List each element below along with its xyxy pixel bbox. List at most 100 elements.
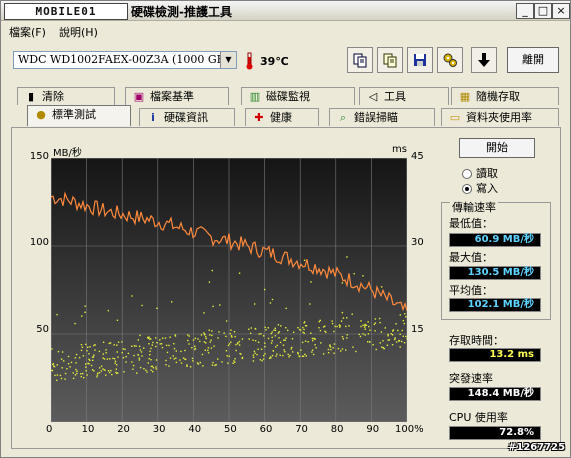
access-time-point <box>278 331 281 333</box>
access-time-point <box>209 341 211 343</box>
menu-file[interactable]: 檔案(F) <box>9 24 46 40</box>
tab-disk-monitor[interactable]: ▥ 磁碟監視 <box>241 87 355 105</box>
window-title: 硬碟檢測-推護工具 <box>131 5 232 19</box>
access-time-point <box>116 319 119 321</box>
access-time-point <box>90 364 93 367</box>
access-time-point <box>273 329 275 331</box>
access-time-point <box>367 333 370 335</box>
drive-select-value: WDC WD1002FAEX-00Z3A (1000 GB) <box>18 53 229 66</box>
menu-help[interactable]: 說明(H) <box>59 24 98 40</box>
minimize-button[interactable]: _ <box>516 3 534 19</box>
access-time-point <box>403 342 406 344</box>
access-time-point <box>97 372 99 374</box>
access-time-point <box>125 355 127 358</box>
tab-random-access[interactable]: ▦ 隨機存取 <box>451 87 559 105</box>
title-bar: MOBILE01 硬碟檢測-推護工具 _ □ × <box>1 1 570 21</box>
copy-all-button[interactable] <box>377 47 403 73</box>
access-time-point <box>353 273 355 275</box>
access-time-point <box>264 326 266 329</box>
access-time-point <box>336 325 338 328</box>
access-time-point <box>314 338 316 340</box>
tab-folder-usage[interactable]: ▭ 資料夾使用率 <box>441 108 559 126</box>
chevron-down-icon[interactable]: ▼ <box>220 52 236 68</box>
access-time-point <box>64 378 66 380</box>
access-time-point <box>362 275 364 277</box>
access-time-point <box>304 353 306 356</box>
access-time-point <box>113 344 115 346</box>
tab-disk-info[interactable]: i 硬碟資訊 <box>139 108 235 126</box>
access-time-point <box>149 350 151 352</box>
access-time-point <box>165 344 168 347</box>
benchmark-chart <box>51 158 407 422</box>
radio-read-indicator[interactable] <box>462 169 472 179</box>
access-time-point <box>233 331 236 333</box>
download-button[interactable] <box>471 47 497 73</box>
maximize-button[interactable]: □ <box>534 3 552 19</box>
access-time-point <box>51 369 53 372</box>
copy-button[interactable] <box>347 47 373 73</box>
access-time-point <box>56 374 59 376</box>
tab-erase[interactable]: ▮ 清除 <box>17 87 115 105</box>
save-button[interactable] <box>407 47 433 73</box>
access-time-label: 存取時間： <box>449 334 504 347</box>
access-time-point <box>289 354 291 357</box>
temperature-unit: ℃ <box>275 55 289 68</box>
access-time-point <box>116 372 119 374</box>
access-time-point <box>67 363 70 365</box>
start-button[interactable]: 開始 <box>459 138 535 158</box>
access-time-point <box>397 329 399 332</box>
access-time-point <box>174 335 177 337</box>
cpu-usage-value: 72.8% <box>449 426 541 440</box>
drive-select[interactable]: WDC WD1002FAEX-00Z3A (1000 GB) ▼ <box>13 51 237 69</box>
access-time-point <box>116 364 118 366</box>
access-time-point <box>388 339 391 341</box>
burst-rate-value: 148.4 MB/秒 <box>449 387 541 401</box>
access-time-point <box>86 374 88 376</box>
access-time-point <box>311 337 314 340</box>
tab-file-benchmark[interactable]: ▣ 檔案基準 <box>125 87 229 105</box>
exit-button[interactable]: 離開 <box>507 47 559 73</box>
access-time-point <box>272 350 274 352</box>
tab-label: 錯誤掃瞄 <box>354 111 398 124</box>
access-time-point <box>207 352 210 354</box>
access-time-point <box>271 298 274 301</box>
access-time-point <box>96 374 99 376</box>
tab-tools[interactable]: ◁ 工具 <box>359 87 449 105</box>
access-time-point <box>208 329 210 331</box>
access-time-point <box>263 354 265 357</box>
access-time-point <box>282 344 285 346</box>
access-time-point <box>89 346 91 348</box>
access-time-point <box>99 367 101 369</box>
access-time-point <box>257 341 260 343</box>
access-time-point <box>91 369 94 371</box>
access-time-point <box>124 348 126 351</box>
access-time-point <box>285 307 287 310</box>
access-time-point <box>61 351 64 353</box>
access-time-point <box>285 327 287 329</box>
options-button[interactable] <box>437 47 463 73</box>
access-time-point <box>258 333 260 335</box>
tab-error-scan[interactable]: ⌕ 錯誤掃瞄 <box>329 108 435 126</box>
access-time-point <box>250 327 252 329</box>
x-tick-label: 30 <box>152 424 166 435</box>
access-time-point <box>264 288 266 291</box>
access-time-point <box>230 341 232 343</box>
write-radio[interactable]: 寫入 <box>462 180 498 196</box>
tab-benchmark[interactable]: ● 標準測試 <box>27 105 131 126</box>
access-time-point <box>402 319 404 322</box>
mobile01-logo: MOBILE01 <box>4 3 128 20</box>
access-time-point <box>304 321 306 323</box>
read-radio[interactable]: 讀取 <box>462 165 498 181</box>
access-time-point <box>122 357 125 359</box>
access-time-point <box>219 304 221 306</box>
access-time-point <box>249 332 252 334</box>
trash-icon: ▮ <box>27 90 35 103</box>
close-button[interactable]: × <box>552 3 570 19</box>
access-time-point <box>374 318 377 320</box>
access-time-point <box>88 353 90 355</box>
radio-write-indicator[interactable] <box>462 184 472 194</box>
access-time-point <box>102 357 104 359</box>
access-time-point <box>155 337 157 339</box>
tab-health[interactable]: ✚ 健康 <box>245 108 319 126</box>
access-time-point <box>192 360 194 362</box>
